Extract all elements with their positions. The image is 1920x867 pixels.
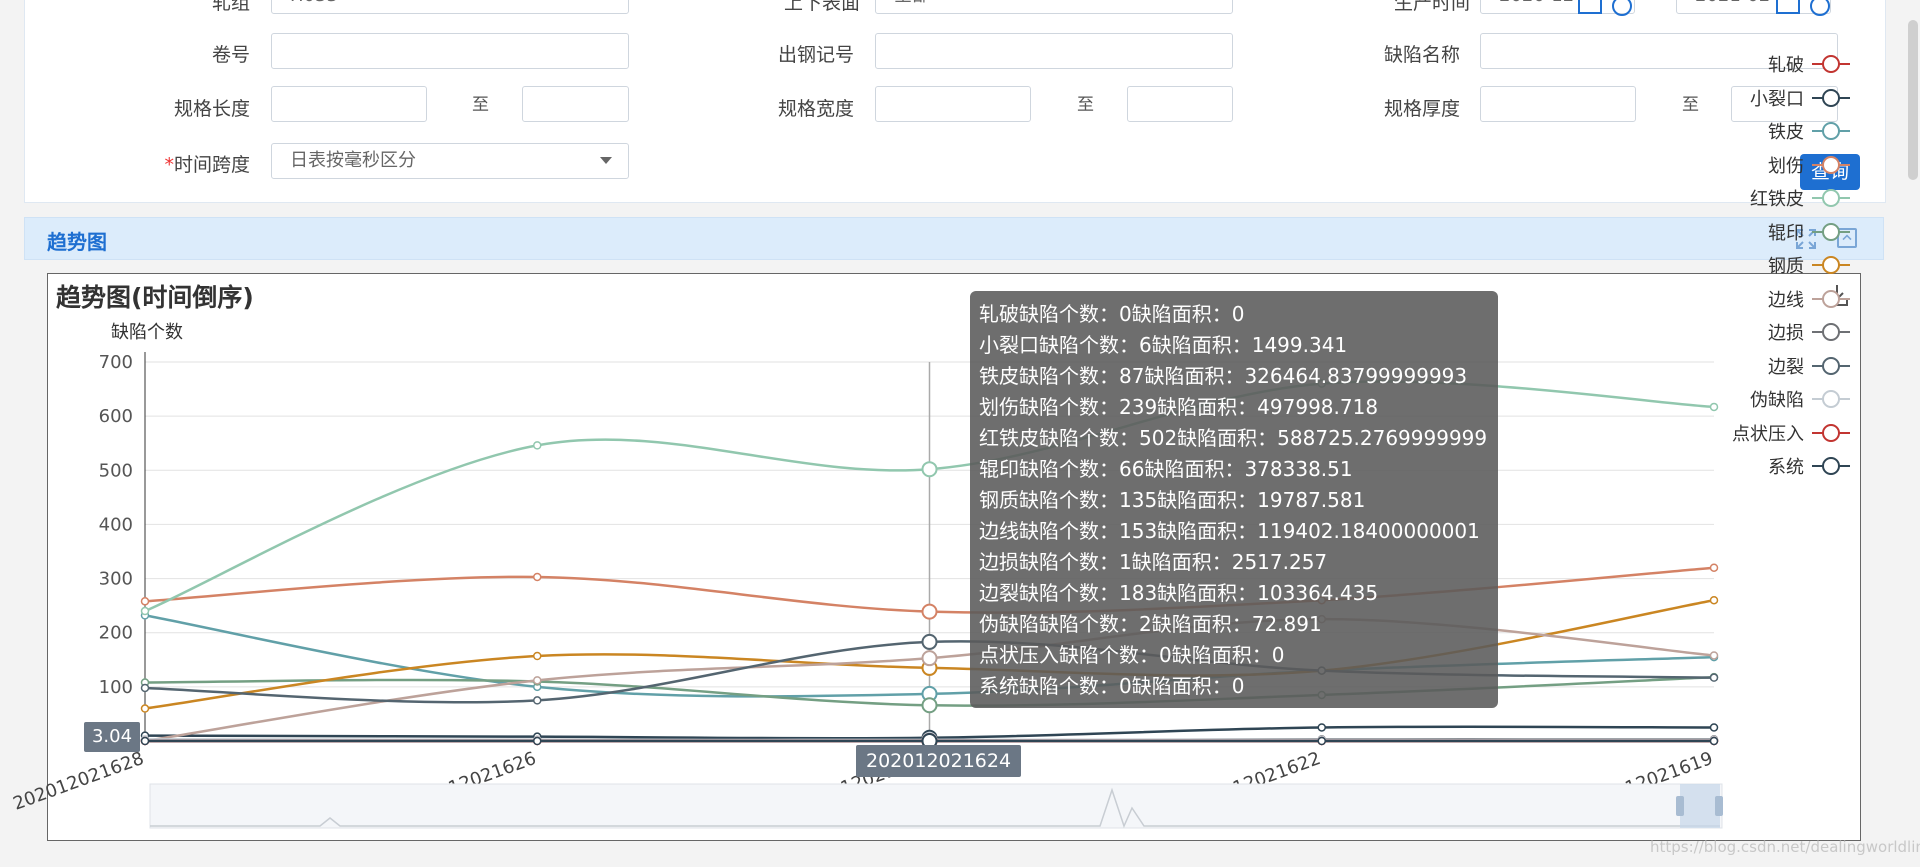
legend-label: 小裂口 [1750, 88, 1804, 110]
tooltip-line: 辊印缺陷个数：66缺陷面积：378338.51 [979, 457, 1353, 481]
legend-label: 系统 [1768, 457, 1804, 478]
label-coil-no: 卷号 [211, 44, 250, 66]
tooltip-line: 划伤缺陷个数：239缺陷面积：497998.718 [979, 395, 1379, 419]
calendar-icon[interactable] [1776, 0, 1800, 14]
legend-marker [1812, 390, 1850, 408]
legend-item[interactable]: 划伤 [1768, 153, 1850, 177]
legend-item[interactable]: 边裂 [1768, 354, 1850, 378]
tooltip-line: 轧破缺陷个数：0缺陷面积：0 [979, 302, 1245, 326]
legend-marker [1812, 222, 1850, 241]
legend-label: 铁皮 [1768, 122, 1804, 143]
range-to-label: 至 [472, 95, 489, 115]
time-span-select[interactable]: 日表按毫秒区分 [271, 143, 629, 179]
legend-item[interactable]: 小裂口 [1750, 86, 1850, 110]
legend-label: 点状压入 [1732, 423, 1804, 445]
legend-label: 红铁皮 [1750, 189, 1804, 210]
legend-marker [1812, 122, 1850, 140]
label-production-time: 生产时间 [1393, 0, 1470, 14]
spec-thickness-min[interactable] [1480, 86, 1636, 122]
legend-marker [1812, 289, 1850, 308]
legend-marker [1812, 457, 1850, 475]
label-steel-no: 出钢记号 [777, 44, 854, 66]
tooltip-line: 钢质缺陷个数：135缺陷面积：19787.581 [979, 488, 1366, 512]
y-axis-pointer-label: 3.04 [84, 722, 140, 752]
tooltip-line: 红铁皮缺陷个数：502缺陷面积：588725.2769999999 [979, 426, 1488, 450]
spec-length-max[interactable] [522, 86, 629, 122]
chevron-down-icon [600, 157, 612, 164]
tooltip-line: 小裂口缺陷个数：6缺陷面积：1499.341 [979, 333, 1348, 357]
tooltip-line: 边裂缺陷个数：183缺陷面积：103364.435 [979, 581, 1379, 605]
legend-marker [1812, 88, 1850, 107]
legend-item[interactable]: 点状压入 [1732, 421, 1850, 445]
legend-label: 划伤 [1768, 155, 1804, 177]
spec-length-min[interactable] [271, 86, 427, 122]
legend-item[interactable]: 辊印 [1768, 220, 1850, 244]
time-span-value: 日表按毫秒区分 [290, 150, 416, 171]
legend-marker [1812, 356, 1850, 375]
legend-item[interactable]: 轧破 [1768, 52, 1850, 76]
required-mark: * [164, 154, 174, 176]
legend-item[interactable]: 钢质 [1768, 253, 1850, 277]
calendar-icon[interactable] [1578, 0, 1602, 14]
label-spec-thickness: 规格厚度 [1383, 98, 1460, 120]
tooltip-line: 伪缺陷缺陷个数：2缺陷面积：72.891 [979, 612, 1322, 636]
surface-select[interactable]: 全部 [875, 0, 1233, 14]
tooltip-line: 边线缺陷个数：153缺陷面积：119402.18400000001 [979, 519, 1480, 543]
label-spec-width: 规格宽度 [777, 98, 854, 120]
legend-label: 边线 [1768, 289, 1804, 311]
legend-item[interactable]: 边损 [1768, 320, 1850, 344]
legend-item[interactable]: 伪缺陷 [1750, 387, 1850, 411]
legend-item[interactable]: 铁皮 [1768, 119, 1850, 143]
time-span-label-text: 时间跨度 [173, 154, 250, 176]
spec-width-max[interactable] [1127, 86, 1233, 122]
spec-width-min[interactable] [875, 86, 1031, 122]
label-rolling-group: 轧组 [211, 0, 250, 14]
legend-label: 伪缺陷 [1750, 390, 1804, 411]
tooltip-line: 系统缺陷个数：0缺陷面积：0 [979, 674, 1245, 698]
label-time-span: *时间跨度 [130, 150, 250, 177]
legend-label: 边裂 [1768, 356, 1804, 378]
legend-label: 边损 [1768, 323, 1804, 344]
legend-marker [1812, 323, 1850, 341]
tooltip-line: 铁皮缺陷个数：87缺陷面积：326464.83799999993 [979, 364, 1468, 388]
legend-label: 钢质 [1768, 256, 1804, 277]
range-to-label: 至 [1077, 95, 1094, 115]
legend-marker [1812, 189, 1850, 207]
coil-no-input[interactable] [271, 33, 629, 69]
trend-section-header: 趋势图 [24, 217, 1884, 260]
rolling-group-input[interactable]: H033 [271, 0, 629, 14]
x-axis-pointer-label: 202012021624 [856, 745, 1022, 777]
legend-marker [1812, 256, 1850, 274]
range-to-label: 至 [1682, 95, 1699, 115]
tooltip-line: 点状压入缺陷个数：0缺陷面积：0 [979, 643, 1285, 667]
legend-marker [1812, 55, 1850, 73]
tooltip: 轧破缺陷个数：0缺陷面积：0 小裂口缺陷个数：6缺陷面积：1499.341 铁皮缺陷… [970, 291, 1498, 708]
steel-no-input[interactable] [875, 33, 1233, 69]
legend-item[interactable]: 系统 [1768, 454, 1850, 478]
label-defect-name: 缺陷名称 [1383, 44, 1460, 66]
legend-marker [1812, 423, 1850, 442]
tooltip-line: 边损缺陷个数：1缺陷面积：2517.257 [979, 550, 1328, 574]
legend-label: 轧破 [1768, 55, 1804, 76]
page-scrollbar[interactable] [1908, 20, 1918, 180]
section-title: 趋势图 [47, 230, 107, 254]
legend-item[interactable]: 边线 [1768, 287, 1850, 311]
label-surface: 上下表面 [783, 0, 860, 14]
legend-label: 辊印 [1768, 222, 1804, 244]
y-axis-label: 缺陷个数 [111, 322, 183, 343]
production-time-end[interactable]: 2021-02 [1676, 0, 1831, 14]
label-spec-length: 规格长度 [173, 98, 250, 120]
chart-title: 趋势图(时间倒序) [56, 283, 254, 312]
watermark: https://blog.csdn.net/dealingworldline [1650, 838, 1920, 856]
legend-marker [1812, 155, 1850, 174]
legend-item[interactable]: 红铁皮 [1750, 186, 1850, 210]
